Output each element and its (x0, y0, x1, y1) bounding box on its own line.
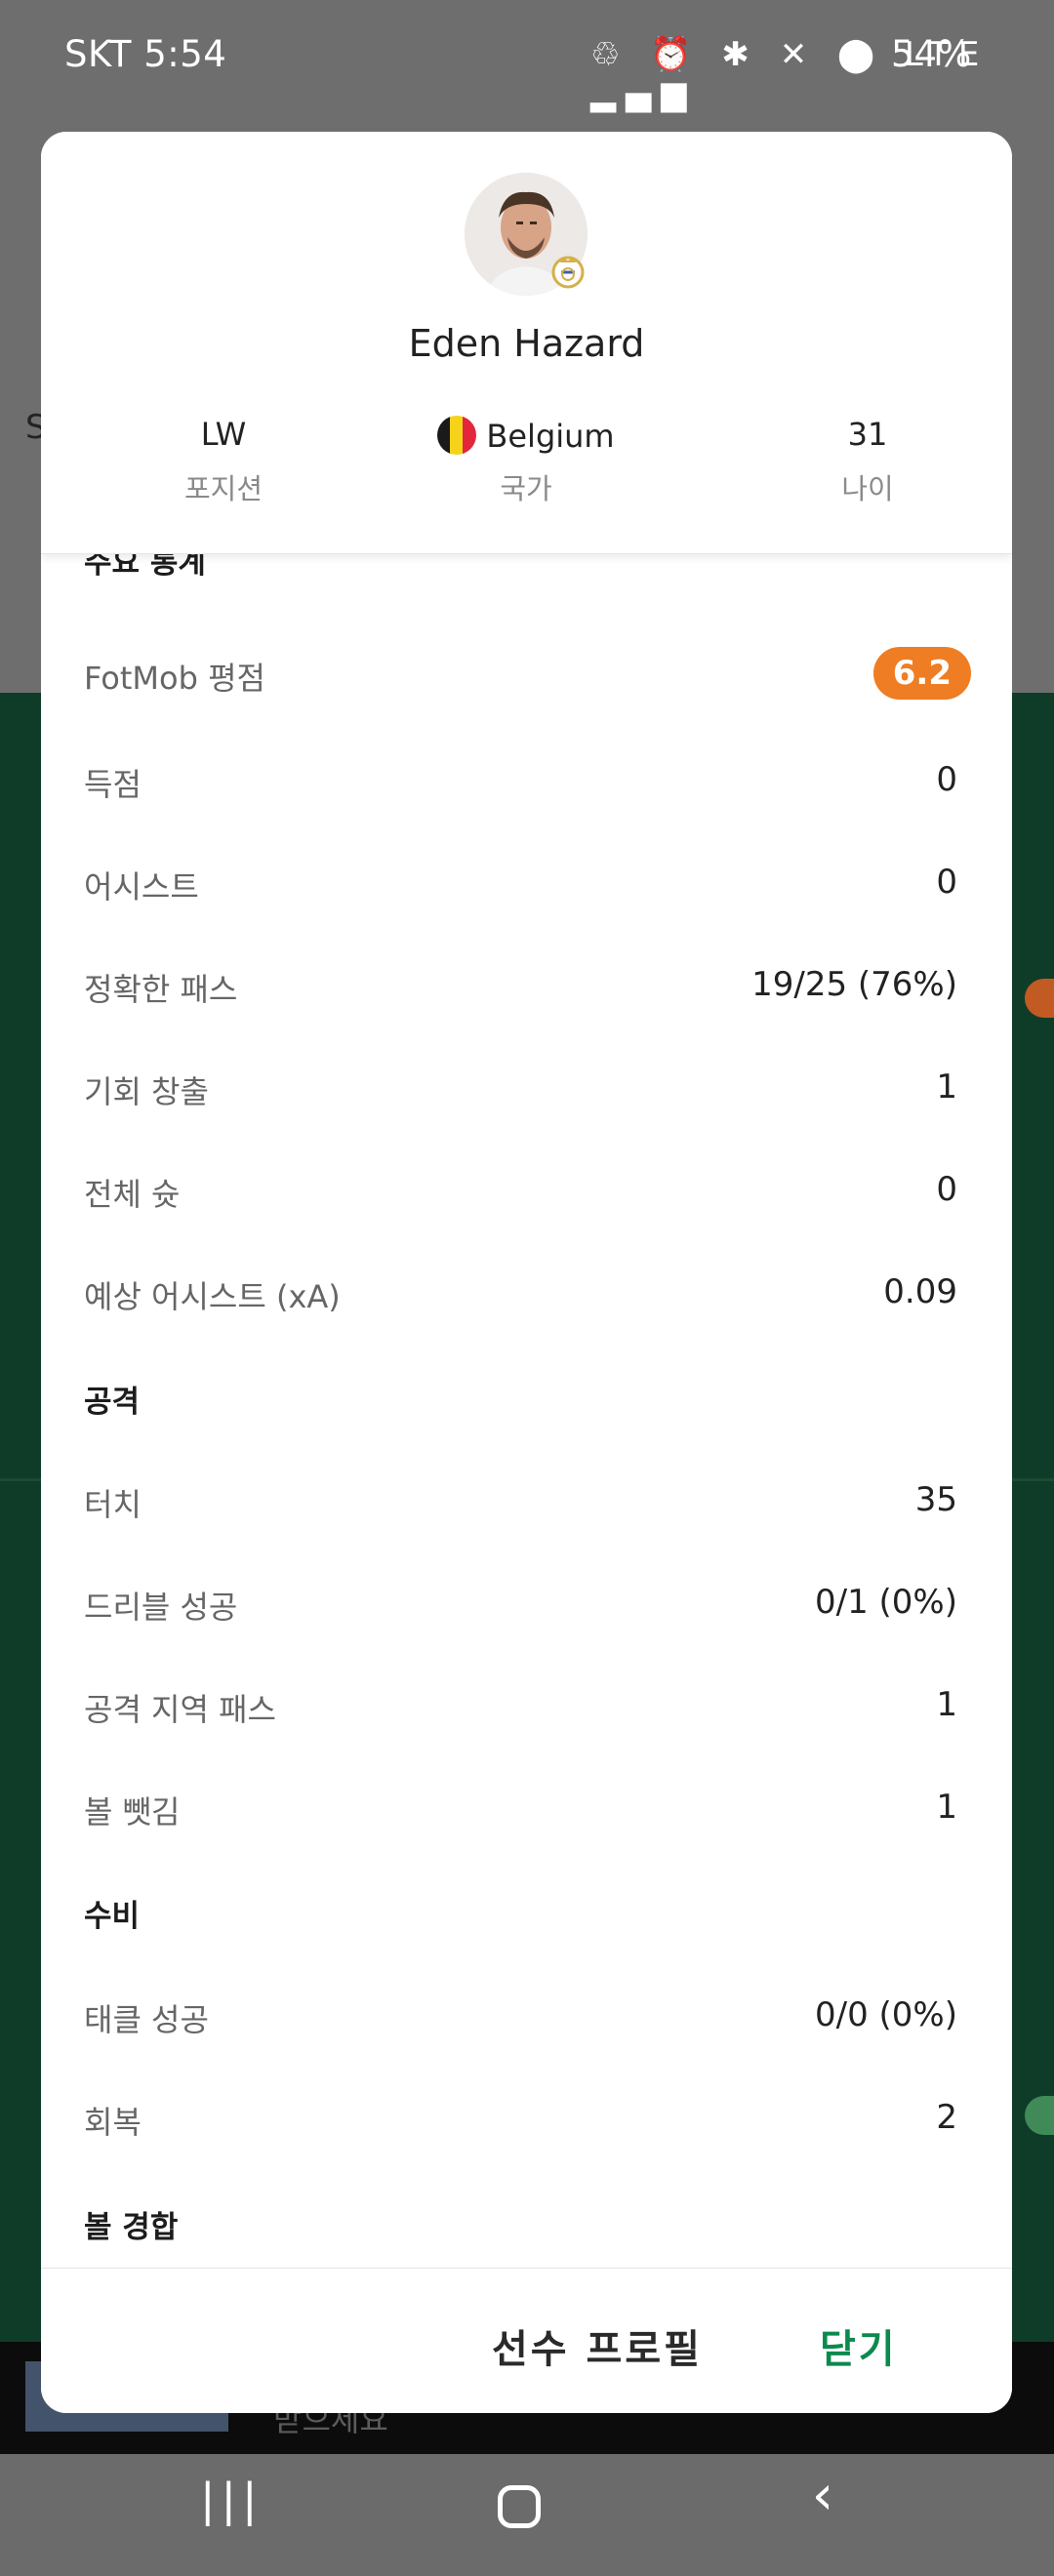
system-nav-bar: ||| ‹ (0, 2454, 1054, 2576)
stat-label-total-shots: 전체 슛 (84, 1176, 181, 1213)
position-value: LW (200, 416, 247, 453)
stat-label-accurate-passes: 정확한 패스 (84, 971, 238, 1008)
country-info: Belgium 국가 (399, 416, 653, 507)
section-title-attack: 공격 (84, 1385, 141, 1420)
player-name: Eden Hazard (408, 322, 645, 365)
player-stats-dialog: Eden Hazard LW 포지션 Belgium 국가 31 나이 주요 통… (41, 132, 1012, 2413)
status-time: SKT 5:54 (64, 33, 227, 75)
age-info: 31 나이 (741, 416, 994, 507)
back-icon[interactable]: ‹ (798, 2464, 847, 2527)
stat-label-goals: 득점 (84, 766, 142, 803)
battery-level: 54% (891, 33, 972, 75)
position-label: 포지션 (183, 472, 264, 505)
dialog-footer: 선수 프로필 닫기 (41, 2268, 1012, 2413)
stat-value-tackles-won: 0/0 (0%) (815, 1995, 957, 2034)
close-button[interactable]: 닫기 (820, 2317, 898, 2374)
stat-label-dispossessed: 볼 뺏김 (84, 1793, 181, 1831)
stat-label-assists: 어시스트 (84, 868, 199, 906)
stat-value-recoveries: 2 (936, 2098, 957, 2137)
stat-label-tackles-won: 태클 성공 (84, 2001, 209, 2038)
section-title-defense: 수비 (84, 1899, 141, 1934)
age-value: 31 (847, 416, 888, 453)
stat-value-total-shots: 0 (936, 1170, 957, 1209)
stat-value-successful-dribbles: 0/1 (0%) (815, 1583, 957, 1622)
stat-label-touches: 터치 (84, 1486, 142, 1523)
position-info: LW 포지션 (97, 416, 350, 507)
country-value-row: Belgium (399, 416, 653, 457)
stat-value-final-third-passes: 1 (936, 1685, 957, 1724)
stat-value-assists: 0 (936, 863, 957, 902)
stat-value-dispossessed: 1 (936, 1788, 957, 1827)
stat-value-accurate-passes: 19/25 (76%) (751, 965, 957, 1004)
age-label: 나이 (841, 472, 894, 505)
section-title-duels: 볼 경합 (84, 2210, 179, 2245)
stat-value-chances-created: 1 (936, 1067, 957, 1107)
stat-label-expected-assists: 예상 어시스트 (xA) (84, 1278, 341, 1315)
stat-label-final-third-passes: 공격 지역 패스 (84, 1691, 276, 1728)
country-value: Belgium (486, 418, 615, 455)
stat-label-recoveries: 회복 (84, 2104, 142, 2141)
country-label: 국가 (500, 472, 552, 505)
stat-label-successful-dribbles: 드리블 성공 (84, 1589, 238, 1626)
player-profile-button[interactable]: 선수 프로필 (492, 2317, 703, 2374)
stat-label-chances-created: 기회 창출 (84, 1073, 209, 1110)
status-icons: ♲ ⏰ ✱ ✕ ⬤ LTE ▂▄▆ (590, 35, 990, 113)
stat-label-rating: FotMob 평점 (84, 660, 265, 697)
status-bar: SKT 5:54 ♲ ⏰ ✱ ✕ ⬤ LTE ▂▄▆ 54% (0, 0, 1054, 113)
recent-apps-icon[interactable]: ||| (200, 2474, 259, 2526)
belgium-flag-icon (437, 416, 477, 455)
club-badge-icon (551, 256, 585, 289)
rating-badge: 6.2 (872, 647, 971, 700)
player-header: Eden Hazard LW 포지션 Belgium 국가 31 나이 (41, 132, 1012, 554)
stat-value-expected-assists: 0.09 (883, 1272, 957, 1311)
stat-value-touches: 35 (914, 1480, 957, 1519)
stat-value-goals: 0 (936, 760, 957, 799)
home-icon[interactable] (498, 2485, 541, 2528)
